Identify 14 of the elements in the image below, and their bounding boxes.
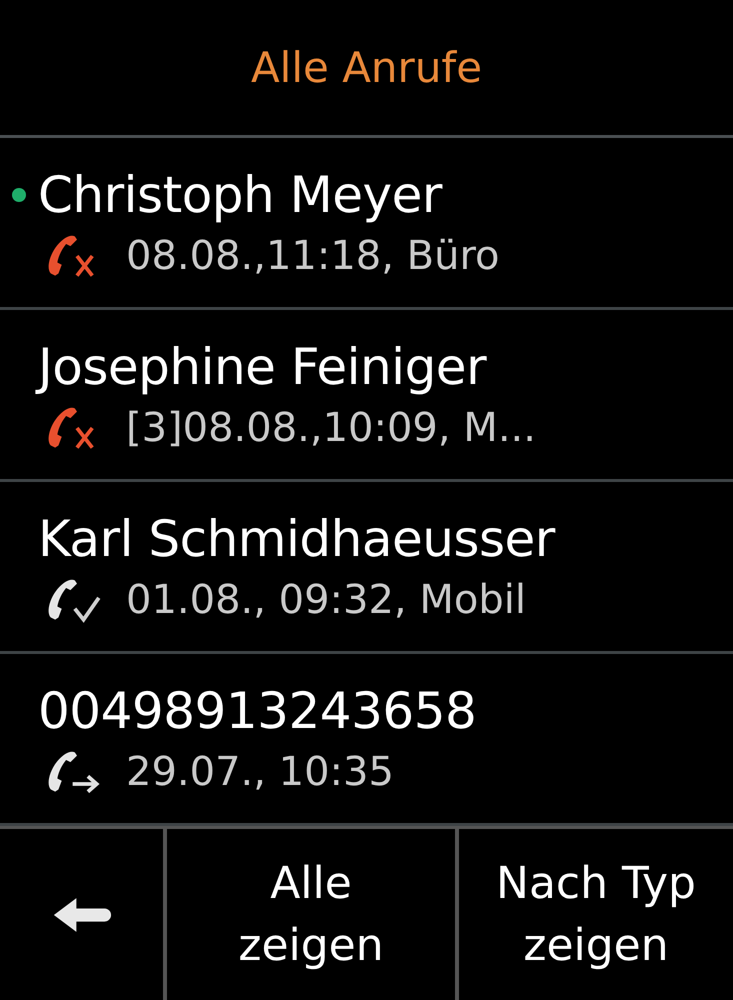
back-button[interactable]: [0, 829, 163, 1000]
call-details: 29.07., 10:35: [126, 748, 394, 794]
call-details: [3]08.08.,10:09, M...: [126, 404, 536, 450]
caller-name: 00498913243658: [38, 682, 476, 740]
caller-name: Karl Schmidhaeusser: [38, 510, 555, 568]
caller-name: Christoph Meyer: [38, 166, 442, 224]
call-entry[interactable]: Josephine Feiniger [3]08.08.,10:09, M...: [0, 310, 733, 482]
softkey-button[interactable]: Alle zeigen: [167, 829, 455, 1000]
call-entry[interactable]: Karl Schmidhaeusser 01.08., 09:32, Mobil: [0, 482, 733, 654]
softkey-button[interactable]: Nach Typ zeigen: [459, 829, 733, 1000]
call-details: 01.08., 09:32, Mobil: [126, 576, 526, 622]
call-details: 08.08.,11:18, Büro: [126, 232, 500, 278]
screen-title: Alle Anrufe: [250, 43, 482, 92]
call-entry[interactable]: Christoph Meyer 08.08.,11:18, Büro: [0, 138, 733, 310]
